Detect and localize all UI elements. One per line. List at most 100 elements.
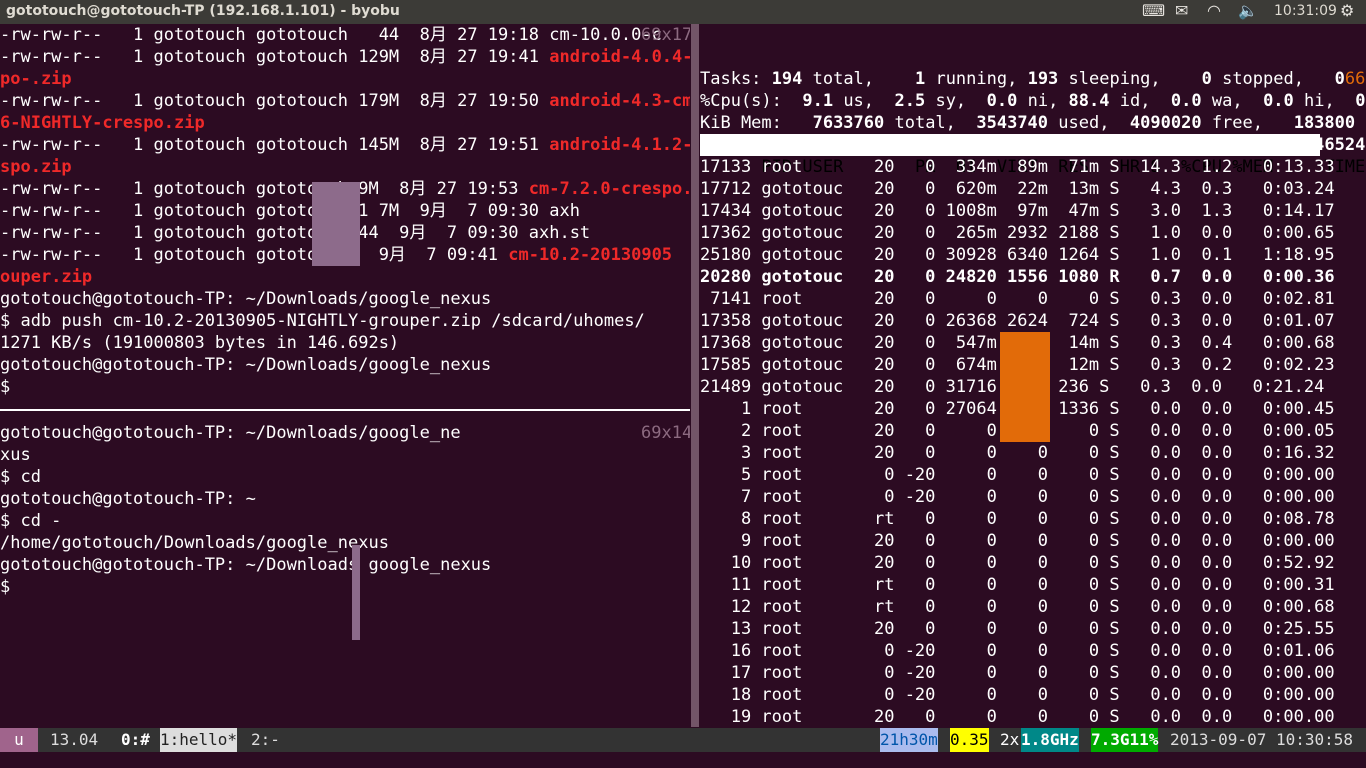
render-artifact-block bbox=[312, 182, 360, 266]
gear-icon[interactable]: ⚙ bbox=[1340, 1, 1354, 20]
terminal-text: -rw-rw-r-- 1 gototouch gototouch 145M 8月… bbox=[0, 135, 550, 155]
window-tab-2[interactable]: 2:- bbox=[251, 728, 280, 752]
archive-filename: android-4.0.4-cm bbox=[549, 47, 690, 67]
terminal-line: gototouch@gototouch-TP: ~/Downloads/goog… bbox=[0, 354, 690, 376]
process-row: 18 root 0 -20 0 0 0 S 0.0 0.0 0:00.00 bbox=[700, 685, 1335, 705]
process-row: 9 root 20 0 0 0 0 S 0.0 0.0 0:00.00 bbox=[700, 531, 1335, 551]
summary-value: 183800 bbox=[1293, 113, 1356, 133]
terminal-line: ouper.zip bbox=[0, 266, 690, 288]
process-row: 20280 gototouc 20 0 24820 1556 1080 R 0.… bbox=[700, 267, 1335, 287]
pane-size-label: 66x32 bbox=[1344, 69, 1366, 89]
summary-value: 2.5 bbox=[894, 91, 926, 111]
summary-label: Tasks: bbox=[700, 69, 772, 89]
bottom-strip bbox=[0, 752, 1366, 768]
window-tab-0[interactable]: 0:# bbox=[121, 728, 150, 752]
terminal-line: xus bbox=[0, 445, 31, 465]
process-row: 17712 gototouc 20 0 620m 22m 13m S 4.3 0… bbox=[700, 179, 1335, 199]
process-row: 13 root 20 0 0 0 0 S 0.0 0.0 0:25.55 bbox=[700, 619, 1335, 639]
process-row: 17434 gototouc 20 0 1008m 97m 47m S 3.0 … bbox=[700, 201, 1335, 221]
terminal-line: $ bbox=[0, 577, 11, 597]
window-tab-1[interactable]: 1:hello* bbox=[160, 728, 238, 752]
summary-value: 0 bbox=[1334, 69, 1345, 89]
terminal-pane-lower-left[interactable]: gototouch@gototouch-TP: ~/Downloads/goog… bbox=[0, 422, 690, 727]
summary-label: running, bbox=[925, 69, 1028, 89]
terminal-text: -rw-rw-r-- 1 gototouch gototouch 129M 8月… bbox=[0, 47, 550, 67]
process-row: 17 root 0 -20 0 0 0 S 0.0 0.0 0:00.00 bbox=[700, 663, 1335, 683]
terminal-line: po-.zip bbox=[0, 68, 690, 90]
pane-size-label: 69x17 bbox=[641, 25, 690, 45]
summary-label: sy, bbox=[925, 91, 987, 111]
summary-value: 4090020 bbox=[1129, 113, 1202, 133]
memory-badge: 7.3G11% bbox=[1091, 728, 1159, 752]
keyboard-icon[interactable]: ⌨ bbox=[1142, 1, 1165, 20]
clock[interactable]: 10:31:09 bbox=[1274, 3, 1337, 19]
archive-filename: android-4.3-cm-1 bbox=[549, 91, 690, 111]
terminal-text: $ bbox=[0, 377, 11, 397]
filename-text: axh.st bbox=[528, 223, 591, 243]
archive-filename: cm-10.2-20130905 bbox=[508, 245, 673, 265]
archive-filename: 6-NIGHTLY-crespo.zip bbox=[0, 113, 205, 133]
summary-label: ni, bbox=[1017, 91, 1069, 111]
archive-filename: po-.zip bbox=[0, 69, 72, 89]
summary-value: 0.0 bbox=[1170, 91, 1202, 111]
terminal-text: -rw-rw-r-- 1 gototouch gototou 3M 9月 7 0… bbox=[0, 245, 509, 265]
archive-filename: android-4.1.2-cm bbox=[549, 135, 690, 155]
pane-divider-vertical[interactable] bbox=[691, 24, 699, 727]
process-row: 17358 gototouc 20 0 26368 2624 724 S 0.3… bbox=[700, 311, 1335, 331]
filename-text: axh bbox=[549, 201, 580, 221]
process-row: 3 root 20 0 0 0 0 S 0.0 0.0 0:16.32 bbox=[700, 443, 1335, 463]
release-label: 13.04 bbox=[50, 730, 99, 749]
process-row: 19 root 20 0 0 0 0 S 0.0 0.0 0:00.00 bbox=[700, 707, 1335, 727]
ubuntu-logo-icon: u bbox=[0, 728, 38, 752]
wifi-icon[interactable]: ◠ bbox=[1207, 1, 1221, 20]
summary-value: 0.0 bbox=[1263, 91, 1294, 111]
terminal-line: -rw-rw-r-- 1 gototouch gototouch 179M 8月… bbox=[0, 90, 690, 112]
cpu-freq-badge: 1.8GHz bbox=[1021, 728, 1079, 752]
process-row: 7141 root 20 0 0 0 0 S 0.3 0.0 0:02.81 bbox=[700, 289, 1335, 309]
summary-value: 1 bbox=[914, 69, 926, 89]
pane-divider-horizontal[interactable] bbox=[0, 409, 690, 411]
terminal-text: -rw-rw-r-- 1 gototouch gototouch 44 8月 2… bbox=[0, 25, 550, 45]
archive-filename: ouper.zip bbox=[0, 267, 93, 287]
process-row: 11 root rt 0 0 0 0 S 0.0 0.0 0:00.31 bbox=[700, 575, 1335, 595]
cpu-count: 2x bbox=[1000, 730, 1020, 749]
summary-line: KiB Mem: 7633760 total, 3543740 used, 40… bbox=[700, 112, 1366, 134]
terminal-text: -rw-rw-r-- 1 gototouch gototouch 1 7M 9月… bbox=[0, 201, 550, 221]
terminal-line: $ cd - bbox=[0, 511, 62, 531]
terminal-text: -rw-rw-r-- 1 gototouch gototouch 44 9月 7… bbox=[0, 223, 529, 243]
terminal-line: $ bbox=[0, 376, 690, 398]
summary-label: sleeping, bbox=[1058, 69, 1202, 89]
process-row: 16 root 0 -20 0 0 0 S 0.0 0.0 0:01.06 bbox=[700, 641, 1335, 661]
summary-value: 0.0 bbox=[986, 91, 1018, 111]
terminal-text: 1271 KB/s (191000803 bytes in 146.692s) bbox=[0, 333, 400, 353]
terminal-line: 6-NIGHTLY-crespo.zip bbox=[0, 112, 690, 134]
terminal-line: gototouch@gototouch-TP: ~/Downloads goog… bbox=[0, 555, 492, 575]
process-row: 17362 gototouc 20 0 265m 2932 2188 S 1.0… bbox=[700, 223, 1335, 243]
terminal-line: $ cd bbox=[0, 467, 41, 487]
summary-label: us, bbox=[833, 91, 895, 111]
volume-icon[interactable]: 🔈 bbox=[1238, 1, 1258, 20]
cursor-artifact bbox=[352, 545, 360, 640]
window-title: gototouch@gototouch-TP (192.168.1.101) -… bbox=[6, 3, 400, 19]
process-row: 8 root rt 0 0 0 0 S 0.0 0.0 0:08.78 bbox=[700, 509, 1335, 529]
summary-label: b bbox=[1355, 113, 1366, 133]
terminal-line: /home/gototouch/Downloads/google_nexus bbox=[0, 533, 389, 553]
mail-icon[interactable]: ✉ bbox=[1175, 1, 1188, 20]
summary-label: free, bbox=[1201, 113, 1294, 133]
summary-line: Tasks: 194 total, 1 running, 193 sleepin… bbox=[700, 68, 1366, 90]
terminal-text: $ adb push cm-10.2-20130905-NIGHTLY-grou… bbox=[0, 311, 645, 331]
terminal-line: gototouch@gototouch-TP: ~ bbox=[0, 489, 256, 509]
summary-value: 7633760 bbox=[812, 113, 885, 133]
summary-label: KiB Mem: bbox=[700, 113, 813, 133]
datetime-label: 2013-09-07 10:30:58 bbox=[1170, 730, 1354, 749]
terminal-line: spo.zip bbox=[0, 156, 690, 178]
summary-value: 88.4 bbox=[1068, 91, 1110, 111]
render-artifact-orange bbox=[1000, 332, 1050, 442]
terminal-line: 1271 KB/s (191000803 bytes in 146.692s) bbox=[0, 332, 690, 354]
summary-value: 9.1 bbox=[802, 91, 834, 111]
terminal-line: -rw-rw-r-- 1 gototouch gototouch 44 8月 2… bbox=[0, 24, 690, 46]
terminal-line: gototouch@gototouch-TP: ~/Downloads/goog… bbox=[0, 423, 461, 443]
process-row: 12 root rt 0 0 0 0 S 0.0 0.0 0:00.68 bbox=[700, 597, 1335, 617]
summary-label: id, bbox=[1109, 91, 1171, 111]
summary-label: %Cpu(s): bbox=[700, 91, 803, 111]
